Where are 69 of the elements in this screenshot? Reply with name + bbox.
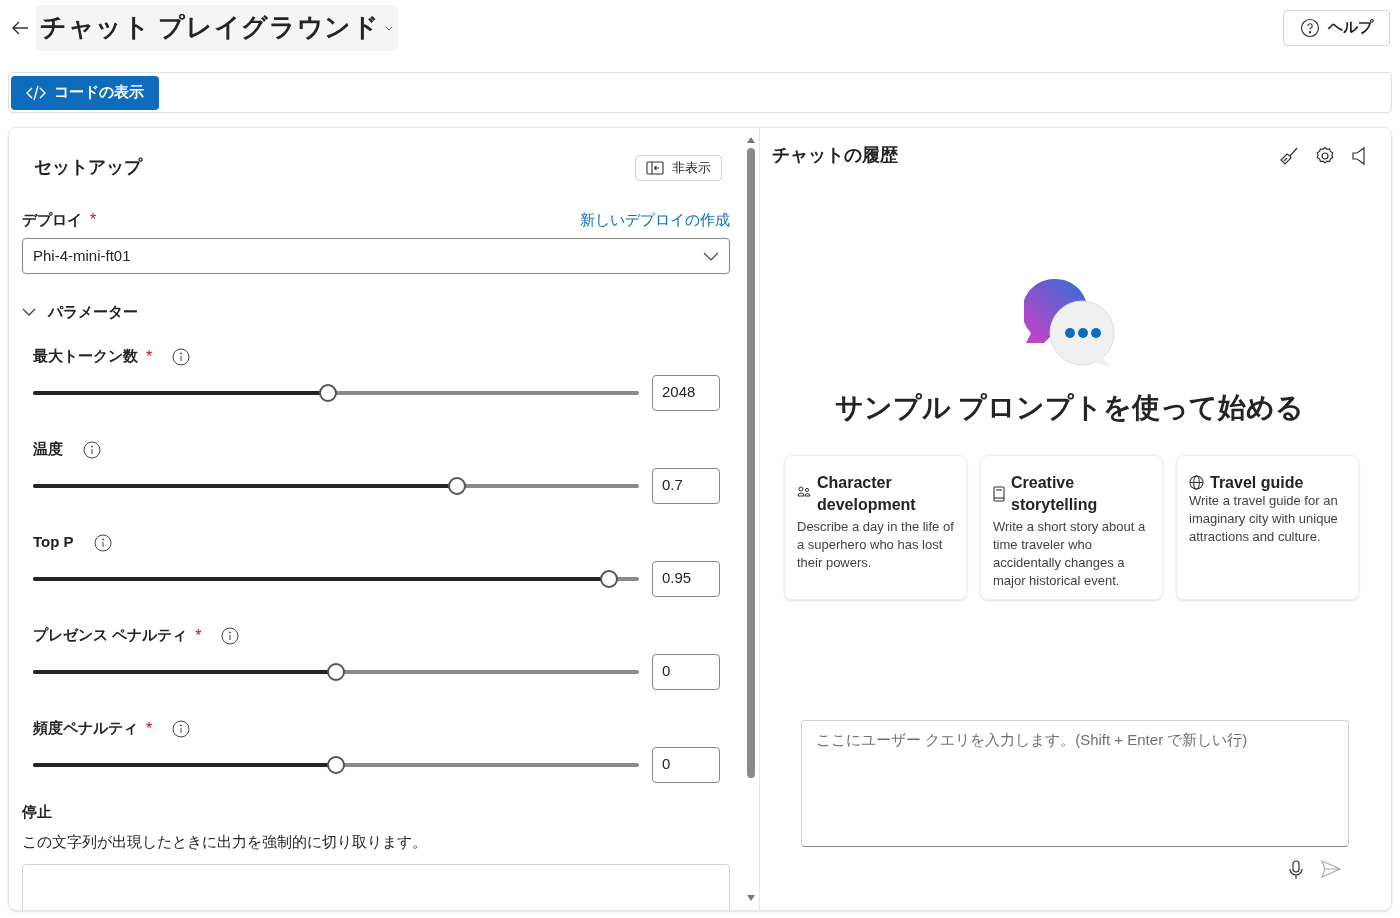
slider-thumb[interactable] [327,662,345,681]
settings-icon[interactable] [1315,145,1335,166]
value-field[interactable]: 0 [652,746,720,783]
deployment-dropdown[interactable]: Phi-4-mini-ft01 [22,238,730,274]
help-icon [1300,17,1320,38]
parameter-label: 温度 [33,439,63,460]
required-asterisk: * [146,718,153,739]
slider-thumb[interactable] [448,476,467,495]
parameters-toggle[interactable]: パラメーター [22,301,138,324]
slider-thumb[interactable] [327,755,345,774]
help-button[interactable]: ヘルプ [1283,9,1390,46]
microphone-icon[interactable] [1289,860,1303,880]
globe-icon [1189,475,1204,490]
chat-bubbles-icon [1023,277,1116,369]
required-asterisk: * [90,210,97,230]
slider-thumb[interactable] [599,569,618,588]
hide-button[interactable]: 非表示 [635,154,722,181]
scroll-up-icon[interactable] [746,136,756,144]
code-icon [26,84,46,101]
prompt-title: Character development [817,473,917,515]
required-asterisk: * [195,625,202,646]
sample-prompt-card[interactable]: Travel guide Write a travel guide for an imaginary city with unique attractions and culture. [1176,455,1359,600]
scrollbar-thumb[interactable] [747,148,755,778]
empty-state-heading: サンプル プロンプトを使って始める [834,391,1305,425]
value-field[interactable]: 0 [652,653,720,690]
chat-input[interactable]: ここにユーザー クエリを入力します。(Shift + Enter で新しい行) [801,720,1349,847]
broom-icon[interactable] [1279,145,1299,166]
slider[interactable] [33,754,639,775]
prompt-description: Write a travel guide for an imaginary city with unique attractions and culture. [1189,492,1339,546]
parameter-label: 最大トークン数 [33,346,138,367]
prompt-description: Write a short story about a time traveler who accidentally changes a major historical event. [993,518,1147,590]
stop-sequence-field[interactable] [22,863,730,910]
value-field[interactable]: 0.95 [652,560,720,597]
slider-thumb[interactable] [318,383,337,402]
parameter-label: Top P [33,532,74,553]
info-icon[interactable] [93,533,112,552]
chat-history-title: チャットの履歴 [772,144,898,167]
speaker-icon[interactable] [1351,145,1367,166]
setup-title: セットアップ [34,156,142,179]
prompt-title: Creative storytelling [1011,473,1099,515]
dropdown-value: Phi-4-mini-ft01 [33,245,131,266]
scroll-down-icon[interactable] [746,894,756,902]
page-title-dropdown[interactable]: チャット プレイグラウンド [36,4,398,51]
people-icon [797,486,811,498]
sample-prompt-card[interactable]: Creative storytelling Write a short story about a time traveler who accidentally changes a major historical event. [980,455,1163,600]
chevron-down-icon [703,251,719,261]
create-deployment-link[interactable]: 新しいデプロイの作成 [580,208,730,232]
deploy-label: デプロイ [22,209,82,230]
panel-collapse-icon [646,160,664,175]
view-code-button[interactable]: コードの表示 [11,75,159,110]
info-icon[interactable] [83,440,101,459]
slider[interactable] [33,382,639,403]
stop-label: 停止 [22,801,53,822]
slider[interactable] [33,661,639,682]
slider[interactable] [33,475,639,496]
book-icon [993,486,1005,502]
value-field[interactable]: 2048 [652,374,720,411]
info-icon[interactable] [172,719,191,738]
slider[interactable] [33,568,639,589]
info-icon[interactable] [172,347,191,366]
prompt-description: Describe a day in the life of a superhero who has lost their powers. [797,518,954,572]
sample-prompt-card[interactable]: Character development Describe a day in the life of a superhero who has lost their powers. [784,455,967,600]
parameter-label: プレゼンス ペナルティ [33,625,188,646]
required-asterisk: * [146,346,153,367]
parameter-label: 頻度ペナルティ [33,718,138,739]
stop-description: この文字列が出現したときに出力を強制的に切り取ります。 [22,832,428,852]
prompt-title: Travel guide [1210,473,1304,493]
value-field[interactable]: 0.7 [652,467,720,504]
info-icon[interactable] [221,626,240,645]
